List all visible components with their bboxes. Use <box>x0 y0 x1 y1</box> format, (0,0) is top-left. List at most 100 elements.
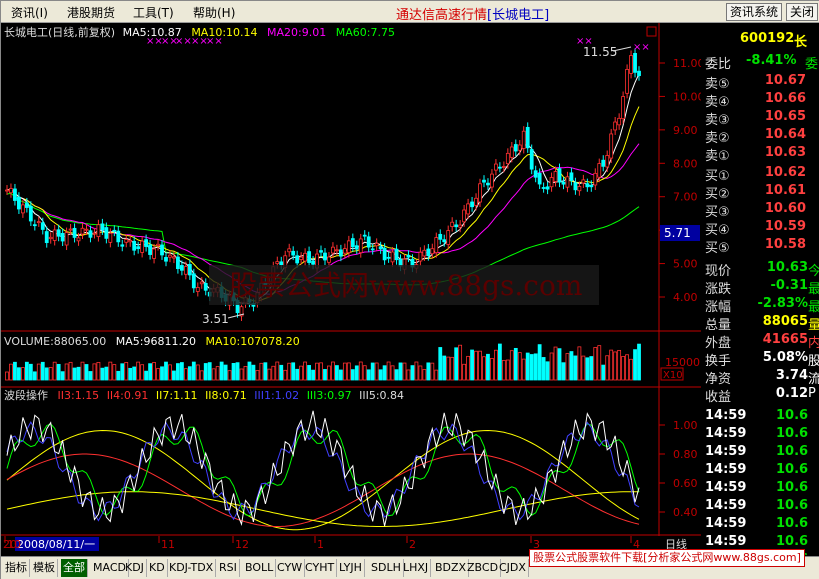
app-window: 资讯(I) 港股期货 工具(T) 帮助(H) 通达信高速行情[长城电工] 资讯系… <box>0 0 819 579</box>
candle-body <box>287 248 292 253</box>
volume-bar <box>72 367 77 381</box>
bid-label: 买④ <box>705 223 730 238</box>
tick-time: 14:59 <box>705 408 747 423</box>
volume-bar <box>116 370 121 381</box>
candle-body <box>323 252 327 261</box>
candle-body <box>168 254 172 258</box>
tab-kdj-tdx[interactable]: KDJ-TDX <box>167 559 217 577</box>
volume-bar <box>406 369 411 381</box>
volume-bar <box>378 369 383 381</box>
candle-body <box>505 152 510 165</box>
candle-body <box>48 236 53 240</box>
menu-item-info[interactable]: 资讯(I) <box>11 4 48 21</box>
candle-body <box>486 182 490 186</box>
tab-cjdx[interactable]: CJDX <box>497 559 529 577</box>
candle-body <box>303 252 308 262</box>
ad-banner[interactable]: 股票公式股票软件下载[分析家公式网www.88gs.com] <box>529 549 805 567</box>
tick-row: 14:59 10.6 <box>702 498 819 516</box>
volume-bar <box>52 361 57 381</box>
tab-模板[interactable]: 模板 <box>31 559 58 577</box>
candle-body <box>160 244 164 256</box>
volume-bar <box>152 362 156 381</box>
volume-bar <box>20 367 25 381</box>
volume-bar <box>474 350 478 381</box>
volume-bar <box>323 369 327 381</box>
volume-bar <box>513 347 518 381</box>
tab-bdzx[interactable]: BDZX <box>433 559 470 577</box>
tab-boll[interactable]: BOLL <box>243 559 277 577</box>
tab-zbcd[interactable]: ZBCD <box>465 559 502 577</box>
tab-kd[interactable]: KD <box>147 559 168 577</box>
volume-bar <box>386 361 391 381</box>
candle-body <box>24 202 29 208</box>
tab-cyw[interactable]: CYW <box>275 559 306 577</box>
volume-bar <box>335 365 339 381</box>
candle-body <box>621 96 626 120</box>
tab-指标[interactable]: 指标 <box>3 559 30 577</box>
volume-bar <box>366 369 371 381</box>
menu-item-help[interactable]: 帮助(H) <box>193 4 235 21</box>
volume-bar <box>291 362 296 381</box>
volume-bar <box>358 361 363 381</box>
volume-bar <box>199 370 204 381</box>
price-tick-label: 9.00 <box>673 124 698 137</box>
volume-bar <box>569 351 574 381</box>
stat-tail: 流 <box>808 372 819 387</box>
tab-kdj[interactable]: KDJ <box>123 559 147 577</box>
close-button[interactable]: 关闭 <box>786 3 818 21</box>
volume-bar <box>442 355 447 381</box>
stat-tail: 股 <box>808 354 819 369</box>
tab-全部[interactable]: 全部 <box>61 559 88 577</box>
tick-time: 14:59 <box>705 462 747 477</box>
volume-bar <box>601 364 606 381</box>
volume-bar <box>426 362 431 381</box>
candle-body <box>545 186 550 190</box>
stat-label: 净资 <box>705 372 732 387</box>
volume-bar <box>438 347 443 381</box>
candle-body <box>116 230 121 243</box>
tab-lyjh[interactable]: LYJH <box>337 559 365 577</box>
ind-tick-label: 0.80 <box>673 448 698 461</box>
candle-body <box>76 237 81 242</box>
candle-body <box>625 69 629 94</box>
volume-unit: X10 <box>663 370 683 381</box>
candle-body <box>279 261 284 266</box>
candle-body <box>478 183 482 203</box>
volume-bar <box>215 366 220 381</box>
menu-item-hk-futures[interactable]: 港股期货 <box>67 4 115 21</box>
tab-rsi[interactable]: RSI <box>217 559 240 577</box>
ask-price: 10.66 <box>764 91 806 106</box>
candle-body <box>438 233 443 240</box>
stock-name: 长 <box>794 35 808 50</box>
candle-body <box>108 232 113 243</box>
chart-area[interactable]: 11.0010.009.008.007.006.005.004.00 股票公式网… <box>1 23 701 557</box>
tab-sdlh[interactable]: SDLH <box>369 559 404 577</box>
volume-bar <box>80 361 85 381</box>
candle-body <box>362 234 367 237</box>
menu-item-tools[interactable]: 工具(T) <box>133 4 174 21</box>
ask-price: 10.65 <box>764 109 806 124</box>
ma10-legend: MA10:10.14 <box>191 26 257 39</box>
candle-body <box>299 256 304 260</box>
volume-bar <box>231 363 236 381</box>
candle-body <box>494 163 498 171</box>
bid-price: 10.58 <box>764 237 806 252</box>
price-tick-label: 7.00 <box>673 191 698 204</box>
bid-label: 买③ <box>705 205 730 220</box>
candle-body <box>338 249 343 257</box>
volume-bar <box>44 367 49 381</box>
candle-body <box>136 246 141 250</box>
stat-value: 10.63 <box>766 260 808 275</box>
ind-tick-label: 1.00 <box>673 419 698 432</box>
candle-body <box>112 229 117 232</box>
volume-bar <box>13 361 17 381</box>
bid-row: 买④ 10.59 <box>702 219 819 238</box>
tab-lhxj[interactable]: LHXJ <box>401 559 432 577</box>
ask-label: 卖④ <box>705 95 730 110</box>
tab-cyht[interactable]: CYHT <box>303 559 338 577</box>
price-marker-label: 5.71 <box>664 226 691 240</box>
info-system-button[interactable]: 资讯系统 <box>726 3 783 21</box>
stat-tail: 最 <box>808 282 819 297</box>
menu-bar: 资讯(I) 港股期货 工具(T) 帮助(H) 通达信高速行情[长城电工] 资讯系… <box>1 1 819 23</box>
volume-bar <box>211 368 216 381</box>
